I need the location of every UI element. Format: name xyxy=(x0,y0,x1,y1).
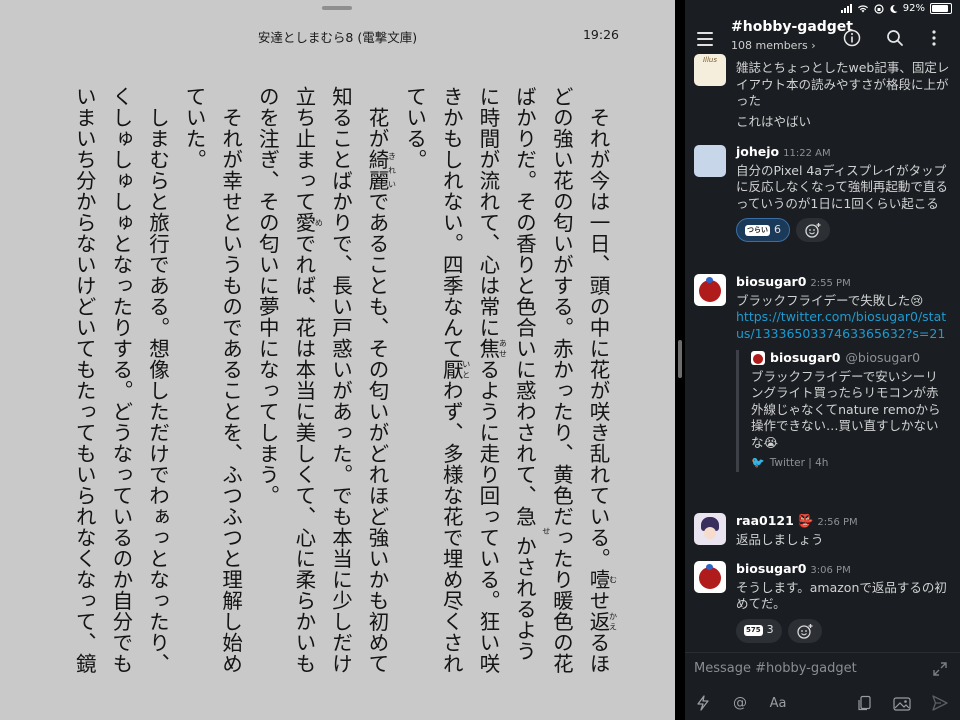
avatar[interactable] xyxy=(694,561,726,593)
quoted-handle[interactable]: @biosugar0 xyxy=(845,350,920,367)
split-view-divider[interactable] xyxy=(675,0,685,720)
tweet-link[interactable]: https://twitter.com/biosugar0/status/133… xyxy=(736,309,950,342)
timestamp[interactable]: 2:56 PM xyxy=(817,517,857,528)
channel-header: #hobby-gadget 108 members › xyxy=(685,18,960,58)
avatar[interactable]: Illus xyxy=(694,54,726,86)
message-input[interactable]: Message #hobby-gadget xyxy=(694,661,857,676)
message-list[interactable]: Illus 雑誌とちょっとしたweb記事、固定レイアウト本の読みやすさが格段に上… xyxy=(685,54,960,648)
quote-source: Twitter | 4h xyxy=(769,457,829,469)
menu-icon[interactable] xyxy=(697,32,713,50)
message-text: そうします。amazonで返品するの初めてだ。 xyxy=(736,579,947,612)
member-count[interactable]: 108 members › xyxy=(731,39,816,52)
quoted-avatar xyxy=(751,351,765,366)
reader-clock: 19:26 xyxy=(582,27,619,42)
avatar-text: Illus xyxy=(702,56,718,64)
book-paragraph: それが今は一日、頭の中に花が咲き乱れている。噎むせ返かえるほどの強い花の匂いがす… xyxy=(402,86,618,674)
book-title: 安達としまむら8 (電撃文庫) xyxy=(257,30,418,45)
ruby-annotation: 噎む xyxy=(586,568,618,590)
book-paragraph: それが幸せというものであることを、ふつふつと理解し始めていた。 xyxy=(182,86,243,674)
channel-name[interactable]: #hobby-gadget xyxy=(731,19,853,35)
status-emoji: 👺 xyxy=(797,513,814,528)
user-name[interactable]: biosugar0 xyxy=(736,561,806,576)
ruby-annotation: せ xyxy=(541,527,551,536)
avatar[interactable] xyxy=(694,145,726,177)
timestamp[interactable]: 11:22 AM xyxy=(783,148,830,159)
add-emoji-icon xyxy=(796,623,813,639)
reaction-count: 3 xyxy=(766,623,774,637)
tweet-unfurl[interactable]: biosugar0 @biosugar0 ブラックフライデーで安いシーリングライト… xyxy=(736,350,950,472)
text-format-icon[interactable]: Aa xyxy=(768,693,788,713)
reaction-pill[interactable]: つらい 6 xyxy=(736,218,790,242)
attach-file-icon[interactable] xyxy=(855,693,875,713)
message-text: 雑誌とちょっとしたweb記事、固定レイアウト本の読みやすさが格段に上がった xyxy=(736,60,950,108)
reaction-pill[interactable]: 575 3 xyxy=(736,618,782,643)
custom-emoji: 575 xyxy=(744,625,763,636)
add-reaction-button[interactable] xyxy=(796,218,830,242)
user-name[interactable]: johejo xyxy=(736,144,779,159)
send-icon[interactable] xyxy=(930,693,950,713)
battery-icon xyxy=(930,3,952,14)
book-paragraph: 花が綺麗きれいであることも、その匂いがどれほど強いかも初めて知ることばかりで、長… xyxy=(255,86,397,674)
custom-emoji: つらい xyxy=(745,224,770,236)
add-emoji-icon xyxy=(805,223,821,238)
book-paragraph: しまむらと旅行である。想像しただけでわぁっとなったり、くしゅしゅしゅとなったりす… xyxy=(72,86,170,674)
ruby-annotation: 厭いと xyxy=(439,359,471,380)
wifi-icon xyxy=(857,5,868,13)
ebook-reader-pane[interactable]: 安達としまむら8 (電撃文庫) 19:26 それが今は一日、頭の中に花が咲き乱れ… xyxy=(0,0,675,720)
add-reaction-button[interactable] xyxy=(787,618,822,643)
avatar[interactable] xyxy=(694,513,726,545)
twitter-icon: 🐦 xyxy=(751,456,765,469)
user-name[interactable]: biosugar0 xyxy=(736,274,806,289)
quoted-name[interactable]: biosugar0 xyxy=(770,350,840,367)
cellular-signal-icon xyxy=(840,4,852,13)
avatar[interactable] xyxy=(694,274,726,306)
slack-pane: 92% #hobby-gadget 108 members › Illus 雑誌… xyxy=(685,0,960,720)
ruby-annotation: 愛め xyxy=(291,212,324,233)
timestamp[interactable]: 2:55 PM xyxy=(810,278,850,289)
ruby-annotation: 返かえ xyxy=(586,610,618,632)
reaction-count: 6 xyxy=(774,222,781,236)
status-bar: 92% xyxy=(685,0,960,18)
shortcuts-icon[interactable] xyxy=(693,693,713,713)
message-text: 自分のPixel 4aディスプレイがタップに反応しなくなって強制再起動で直るって… xyxy=(736,162,948,211)
user-name[interactable]: raa0121 xyxy=(736,513,794,528)
quoted-text: ブラックフライデーで安いシーリングライト買ったらリモコンが赤外線じゃなくてnat… xyxy=(751,368,941,450)
orientation-lock-icon xyxy=(874,3,884,14)
message-text: ブラックフライデーで失敗した😢 xyxy=(736,292,924,308)
photo-icon[interactable] xyxy=(892,693,912,713)
divider-handle[interactable] xyxy=(678,340,682,378)
ruby-annotation: 焦あせ xyxy=(475,338,508,359)
mention-icon[interactable]: @ xyxy=(730,693,750,713)
info-icon[interactable] xyxy=(842,28,862,48)
battery-percent: 92% xyxy=(902,3,925,14)
message-text: これはやばい xyxy=(736,113,812,129)
message-composer[interactable]: Message #hobby-gadget @ Aa xyxy=(685,652,960,720)
book-page-text: それが今は一日、頭の中に花が咲き乱れている。噎むせ返かえるほどの強い花の匂いがす… xyxy=(57,86,617,682)
timestamp[interactable]: 3:06 PM xyxy=(810,565,850,576)
moon-icon xyxy=(890,4,898,13)
more-vertical-icon[interactable] xyxy=(924,28,944,48)
multitasking-grabber[interactable] xyxy=(322,6,352,10)
expand-icon[interactable] xyxy=(932,661,948,677)
message-text: 返品しましょう xyxy=(736,531,824,547)
search-icon[interactable] xyxy=(885,28,905,48)
ruby-annotation: 綺麗きれい xyxy=(365,148,397,191)
